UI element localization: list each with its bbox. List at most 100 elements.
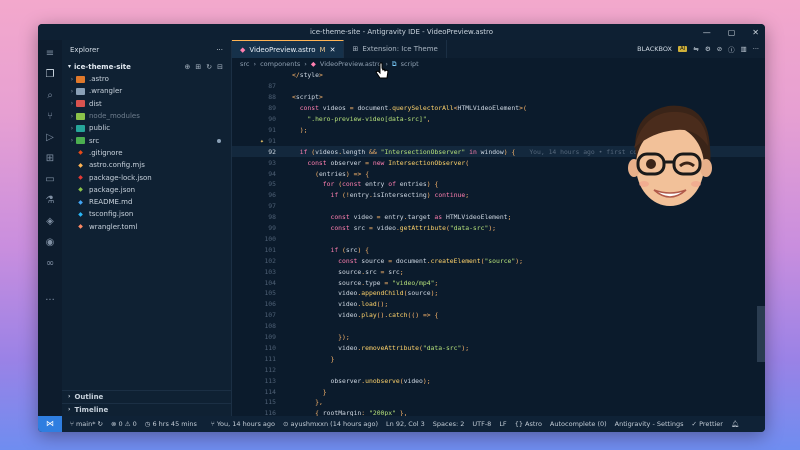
split-editor-icon[interactable]: ▥ [741,45,747,53]
scrollbar-thumb[interactable] [757,306,765,362]
code-line[interactable]: 105 video.appendChild(source); [232,288,765,299]
tree-item[interactable]: › src [62,134,231,146]
code-line[interactable]: </style> [232,70,765,81]
refresh-icon[interactable]: ↻ [206,63,212,71]
code-line[interactable]: 115 }, [232,397,765,408]
extensions-icon[interactable]: ⊞ [44,153,56,165]
code-line[interactable]: 107 video.play().catch(() => { [232,310,765,321]
more-icon[interactable]: ··· [44,295,56,307]
remote-icon[interactable]: ▭ [44,174,56,186]
docker-icon[interactable]: ◉ [44,237,56,249]
run-debug-icon[interactable]: ▷ [44,132,56,144]
agent-icon[interactable]: ◈ [44,216,56,228]
new-file-icon[interactable]: ⊕ [185,63,191,71]
status-blame[interactable]: ⑂ You, 14 hours ago [211,420,275,428]
code-line[interactable]: 103 source.src = src; [232,266,765,277]
explorer-icon[interactable]: ❐ [44,69,56,81]
maximize-icon[interactable]: ▢ [728,28,736,37]
tab-videopreview[interactable]: ◆ VideoPreview.astro M ✕ [232,40,345,58]
code-line[interactable]: 112 [232,364,765,375]
timeline-section[interactable]: › Timeline [62,403,232,415]
line-number: 93 [268,158,276,167]
code-line[interactable]: 111 } [232,353,765,364]
link-icon[interactable]: ∞ [44,258,56,270]
chevron-right-icon: › [70,137,74,145]
tree-item[interactable]: ◆ .gitignore [62,147,231,159]
status-position[interactable]: Ln 92, Col 3 [386,420,425,428]
code-text: source.type = "video/mp4"; [292,278,439,287]
ai-badge[interactable]: AI [678,46,688,52]
code-text: }); [338,333,350,342]
breadcrumb-file[interactable]: VideoPreview.astro [320,60,381,68]
chevron-right-icon: › [70,112,74,120]
tree-item[interactable]: ◆ package-lock.json [62,171,231,183]
status-prettier[interactable]: ✓ Prettier [692,420,723,428]
new-folder-icon[interactable]: ⊞ [195,63,201,71]
menu-icon[interactable]: ≡ [44,48,56,60]
tree-item[interactable]: › public [62,122,231,134]
code-line[interactable]: 108 [232,321,765,332]
code-line[interactable]: 101 if (src) { [232,244,765,255]
tree-item[interactable]: › dist [62,98,231,110]
workspace-root[interactable]: ▾ ice-theme-site ⊕ ⊞ ↻ ⊟ [62,60,231,73]
source-control-icon[interactable]: ⑂ [44,111,56,123]
breadcrumb-script[interactable]: script [401,60,419,68]
close-icon[interactable]: ✕ [330,46,336,54]
info-icon[interactable]: ⓘ [728,44,735,54]
code-line[interactable]: 106 video.load(); [232,299,765,310]
status-encoding[interactable]: UTF-8 [472,420,491,428]
line-number: 94 [268,169,276,178]
minimize-icon[interactable]: — [703,28,711,37]
close-icon[interactable]: ✕ [752,28,759,37]
tree-item[interactable]: ◆ package.json [62,184,231,196]
code-text: video.load(); [292,300,389,309]
compare-icon[interactable]: ⇋ [693,45,698,53]
tree-item[interactable]: › .wrangler [62,85,231,97]
line-number: 112 [264,365,276,374]
status-spaces[interactable]: Spaces: 2 [433,420,465,428]
tree-item[interactable]: › .astro [62,73,231,85]
status-eol[interactable]: LF [499,420,506,428]
code-line[interactable]: 87 [232,81,765,92]
collapse-icon[interactable]: ⊟ [217,63,223,71]
stop-icon[interactable]: ⊘ [717,45,722,53]
code-line[interactable]: 99 const src = video.getAttribute("data-… [232,223,765,234]
settings-icon[interactable]: ⚙ [705,45,711,53]
status-branch[interactable]: ⑂ main* ↻ [70,420,103,428]
code-line[interactable]: 109 }); [232,332,765,343]
code-line[interactable]: 113 observer.unobserve(video); [232,375,765,386]
code-line[interactable]: 104 source.type = "video/mp4"; [232,277,765,288]
tab-extension-ice-theme[interactable]: ⊞ Extension: Ice Theme [344,40,447,58]
tree-item-label: .wrangler [89,87,123,96]
testing-icon[interactable]: ⚗ [44,195,56,207]
search-icon[interactable]: ⌕ [44,90,56,102]
lightbulb-icon[interactable]: ✦ [260,137,264,145]
breadcrumb-components[interactable]: components [260,60,300,68]
window-title: ice-theme-site - Antigravity IDE - Video… [309,28,494,36]
tree-item[interactable]: › node_modules [62,110,231,122]
tree-item[interactable]: ◆ README.md [62,196,231,208]
code-line[interactable]: 102 const source = document.createElemen… [232,255,765,266]
breadcrumb-src[interactable]: src [240,60,250,68]
tree-item-label: README.md [89,198,133,207]
folder-icon [76,112,85,120]
outline-section[interactable]: › Outline [62,390,232,402]
status-autocomplete[interactable]: Autocomplete (0) [550,420,607,428]
tree-item[interactable]: ◆ tsconfig.json [62,208,231,220]
remote-icon[interactable]: ⋈ [38,416,62,432]
status-language[interactable]: {} Astro [515,420,542,428]
status-author[interactable]: ⊙ ayushmxxn (14 hours ago) [283,420,378,428]
status-time[interactable]: ◷ 6 hrs 45 mins [145,420,197,428]
status-settings[interactable]: Antigravity - Settings [615,420,684,428]
notifications-icon[interactable]: 🔔︎ [731,420,739,428]
more-actions-icon[interactable]: ··· [753,45,759,53]
tree-item[interactable]: ◆ astro.config.mjs [62,159,231,171]
tree-item[interactable]: ◆ wrangler.toml [62,221,231,233]
blackbox-button[interactable]: BLACKBOX [637,45,672,53]
explorer-more-icon[interactable]: ··· [216,46,223,54]
code-line[interactable]: 114 } [232,386,765,397]
folder-icon [76,100,85,108]
code-line[interactable]: 110 video.removeAttribute("data-src"); [232,343,765,354]
status-problems[interactable]: ⊗ 0 ⚠ 0 [111,420,137,428]
code-line[interactable]: 100 [232,234,765,245]
